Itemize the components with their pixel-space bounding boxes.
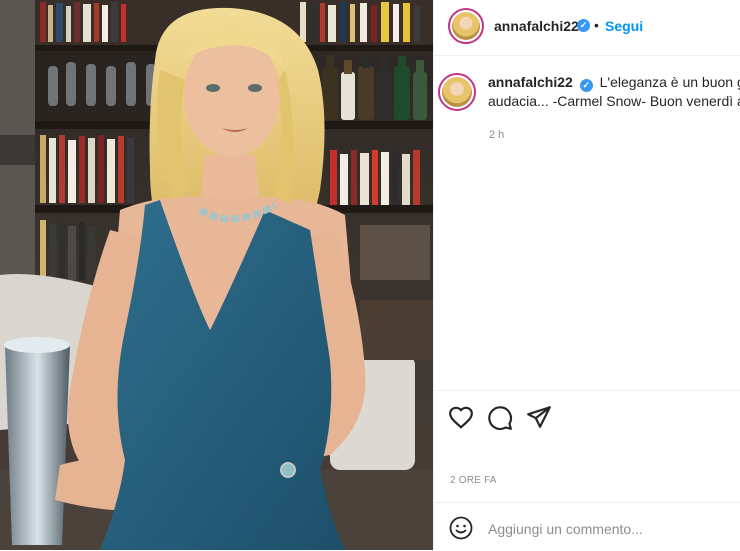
share-icon[interactable] [526, 405, 552, 429]
comment-input[interactable] [486, 517, 730, 541]
caption-avatar[interactable] [438, 73, 476, 111]
comment-icon[interactable] [487, 405, 513, 431]
post-timestamp: 2 ORE FA [450, 475, 497, 486]
verified-badge-icon: ✓ [577, 19, 590, 32]
verified-badge-icon: ✓ [579, 79, 593, 92]
caption-text: L'eleganza è un buon gusto plus un pizzi… [599, 74, 740, 90]
caption-username[interactable]: annafalchi22 [488, 74, 573, 90]
heart-icon[interactable] [448, 405, 474, 429]
emoji-icon[interactable] [449, 516, 473, 540]
caption-time: 2 h [489, 129, 505, 141]
caption-text-line2: audacia... -Carmel Snow- Buon venerdì am… [488, 93, 740, 109]
post-header: annafalchi22 ✓ • Segui [434, 0, 740, 56]
post-photo-image [0, 0, 433, 550]
avatar[interactable] [448, 8, 484, 44]
action-bar [434, 390, 740, 451]
comment-box [434, 502, 740, 551]
post-photo[interactable] [0, 0, 433, 550]
post-caption: annafalchi22 ✓ L'eleganza è un buon gust… [488, 73, 740, 111]
post-side-panel: annafalchi22 ✓ • Segui annafalchi22 ✓ L'… [433, 0, 740, 550]
username-link[interactable]: annafalchi22 [494, 18, 579, 34]
header-separator: • [594, 17, 599, 33]
follow-button[interactable]: Segui [605, 18, 643, 34]
